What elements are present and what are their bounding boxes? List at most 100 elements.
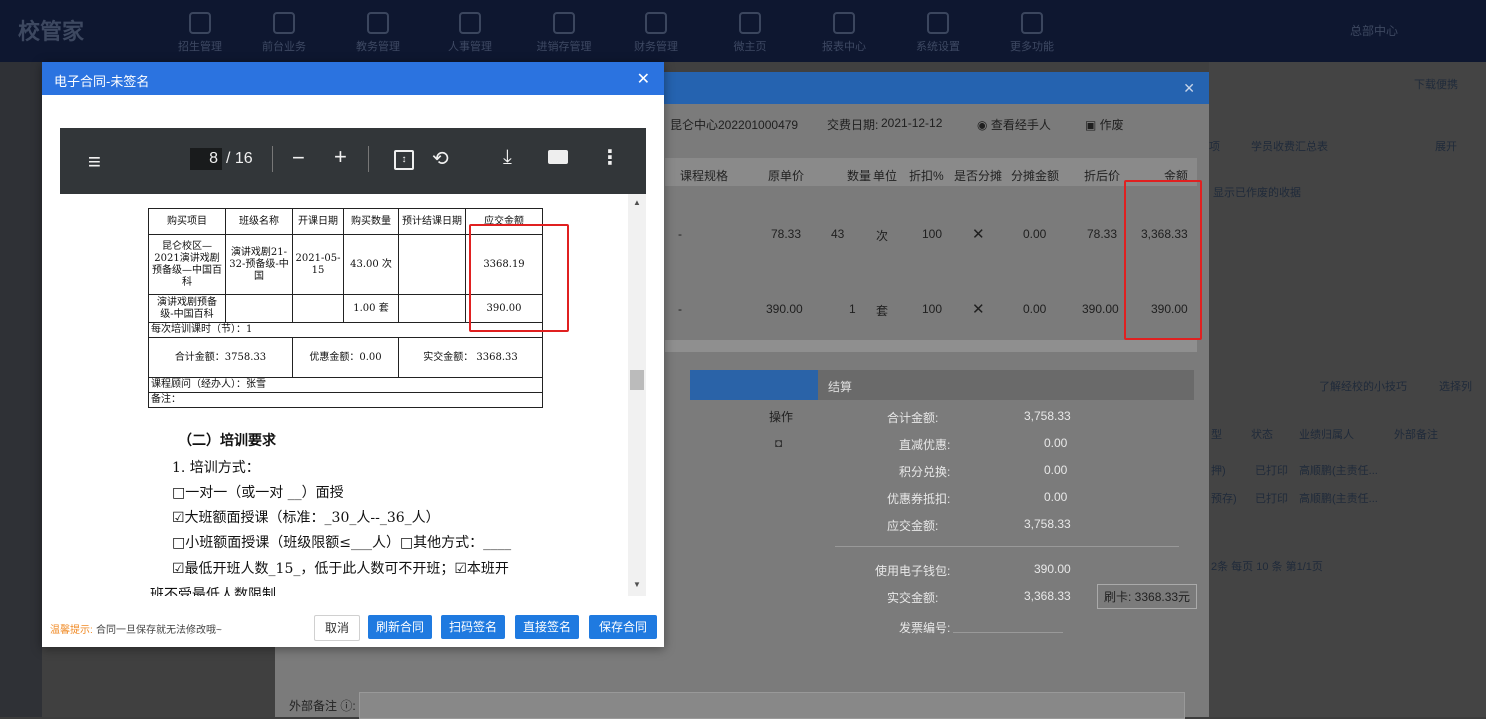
save-contract-button[interactable]: 保存合同 <box>589 615 657 639</box>
table-cell: 已打印 <box>1255 465 1288 477</box>
table-cell: 已打印 <box>1255 493 1288 505</box>
tab[interactable]: 学员收费汇总表 <box>1251 138 1328 154</box>
settle-label: 应交金额: <box>887 519 939 533</box>
remark-label: 外部备注 ⓘ: <box>289 699 356 713</box>
col-header: 单位 <box>873 169 898 183</box>
table-cell <box>292 294 344 323</box>
more-vert-icon[interactable]: ⋮ <box>600 145 620 170</box>
rotate-icon[interactable]: ⟲ <box>432 146 449 171</box>
col-header: 原单价 <box>768 169 805 183</box>
table-cell: 班级名称 <box>225 208 293 235</box>
direct-sign-button[interactable]: 直接签名 <box>515 615 579 639</box>
delete-icon[interactable]: ◘ <box>775 436 782 450</box>
settle-label: 直减优惠: <box>899 438 951 452</box>
settle-label: 积分兑换: <box>899 465 951 479</box>
table-cell: 43 <box>831 227 845 241</box>
nav-item[interactable]: 前台业务 <box>236 8 332 58</box>
center-switch[interactable]: 总部中心 <box>1350 22 1398 39</box>
person-icon <box>459 12 481 34</box>
scan-sign-button[interactable]: 扫码签名 <box>441 615 505 639</box>
zoom-out-icon[interactable]: − <box>292 145 305 171</box>
settle-value: 0.00 <box>1044 463 1068 477</box>
scroll-thumb[interactable] <box>630 370 644 390</box>
col-header: 是否分摊 <box>954 169 1003 183</box>
fit-page-icon[interactable]: ↕ <box>394 150 414 170</box>
settle-label: 发票编号: <box>899 621 951 635</box>
vertical-scrollbar[interactable]: ▲ ▼ <box>628 194 646 596</box>
scroll-down-icon[interactable]: ▼ <box>633 580 641 589</box>
expand-button[interactable]: 展开 <box>1435 138 1457 154</box>
contract-line: 班不受最低人数限制 <box>150 587 276 596</box>
menu-icon[interactable]: ≡ <box>88 149 101 175</box>
table-cell: 1.00 套 <box>343 294 399 323</box>
nav-item[interactable]: 报表中心 <box>796 8 892 58</box>
page-input[interactable]: 8 <box>190 148 222 170</box>
divider <box>835 546 1179 547</box>
show-void-checkbox[interactable]: 显示已作废的收据 <box>1213 184 1301 200</box>
pdf-page: 购买项目 班级名称 开课日期 购买数量 预计结课日期 应交金额 昆仑校区—202… <box>60 194 628 596</box>
close-icon[interactable]: ✕ <box>637 69 650 89</box>
table-cell: 购买项目 <box>148 208 226 235</box>
table-cell: 合计金额：3758.33 <box>148 337 293 378</box>
download-icon[interactable]: ⤓ <box>503 146 512 169</box>
card-payment-tag: 刷卡: 3368.33元 <box>1097 584 1198 609</box>
settle-label: 实交金额: <box>887 591 939 605</box>
horizontal-scrollbar[interactable] <box>665 340 1197 352</box>
invoice-number-input[interactable] <box>953 632 1063 633</box>
tips-link[interactable]: 了解经校的小技巧 <box>1319 378 1407 394</box>
table-cell <box>398 234 466 295</box>
contract-line: ☑最低开班人数_15_，低于此人数可不开班；☑本班开 <box>172 561 509 577</box>
nav-item[interactable]: 微主页 <box>702 8 798 58</box>
table-cell: 昆仑校区—2021演讲戏剧预备级—中国百科 <box>148 234 226 295</box>
scroll-up-icon[interactable]: ▲ <box>633 198 641 207</box>
table-cell <box>398 294 466 323</box>
select-columns-button[interactable]: 选择列 <box>1439 378 1472 394</box>
settle-value: 390.00 <box>1034 562 1071 576</box>
nav-item[interactable]: 系统设置 <box>890 8 986 58</box>
tab-strip <box>690 370 818 400</box>
nav-item[interactable]: 招生管理 <box>152 8 248 58</box>
table-cell: 备注： <box>148 392 543 408</box>
download-link[interactable]: 下载便携 <box>1414 76 1458 92</box>
table-cell: 390.00 <box>1082 302 1119 316</box>
print-icon[interactable] <box>548 150 568 164</box>
void-icon: ▣ <box>1085 118 1100 132</box>
nav-item[interactable]: 财务管理 <box>608 8 704 58</box>
refresh-contract-button[interactable]: 刷新合同 <box>368 615 432 639</box>
table-cell: 优惠金额：0.00 <box>292 337 399 378</box>
zoom-in-icon[interactable]: + <box>334 144 347 170</box>
close-icon[interactable]: ✕ <box>1183 80 1195 97</box>
view-handler-link[interactable]: ◉ 查看经手人 <box>977 116 1051 133</box>
modal-title: 电子合同-未签名 <box>54 74 150 89</box>
table-cell: 购买数量 <box>343 208 399 235</box>
tab[interactable]: 项 <box>1209 138 1220 154</box>
table-cell: 1 <box>849 302 856 316</box>
cancel-button[interactable]: 取消 <box>314 615 360 641</box>
pager[interactable]: 2条 每页 10 条 第1/1页 <box>1211 558 1323 574</box>
table-cell: 高顺鹏(主责任... <box>1299 493 1378 505</box>
box-icon <box>553 12 575 34</box>
nav-item[interactable]: 进销存管理 <box>516 8 612 58</box>
eye-icon: ◉ <box>977 118 991 132</box>
col-header: 课程规格 <box>680 169 729 183</box>
settle-value: 0.00 <box>1044 436 1068 450</box>
remark-input[interactable] <box>359 692 1185 719</box>
void-button[interactable]: ▣ 作废 <box>1085 116 1124 133</box>
nav-item[interactable]: 教务管理 <box>330 8 426 58</box>
chat-icon <box>739 12 761 34</box>
pay-date: 2021-12-12 <box>881 116 943 130</box>
settle-value: 3,368.33 <box>1024 589 1071 603</box>
table-cell: 开课日期 <box>292 208 344 235</box>
nav-item[interactable]: 人事管理 <box>422 8 518 58</box>
table-cell: 78.33 <box>1087 227 1118 241</box>
nav-item[interactable]: 更多功能 <box>984 8 1080 58</box>
table-cell: 0.00 <box>1023 302 1047 316</box>
table-cell: 预计结课日期 <box>398 208 466 235</box>
modal-footer: 温馨提示: 合同一旦保存就无法修改哦~ 取消 刷新合同 扫码签名 直接签名 保存… <box>42 607 664 647</box>
pdf-viewer: ≡ 8 / 16 − + ↕ ⟲ ⤓ ⋮ 购买项目 班级名称 开课日期 购买数量… <box>60 128 646 596</box>
user-add-icon <box>189 12 211 34</box>
table-cell: 次 <box>876 229 889 243</box>
contract-modal: 电子合同-未签名 ✕ ≡ 8 / 16 − + ↕ ⟲ ⤓ ⋮ 购买项目 班级名… <box>42 62 664 647</box>
settle-label: 使用电子钱包: <box>875 564 951 578</box>
monitor-icon <box>273 12 295 34</box>
